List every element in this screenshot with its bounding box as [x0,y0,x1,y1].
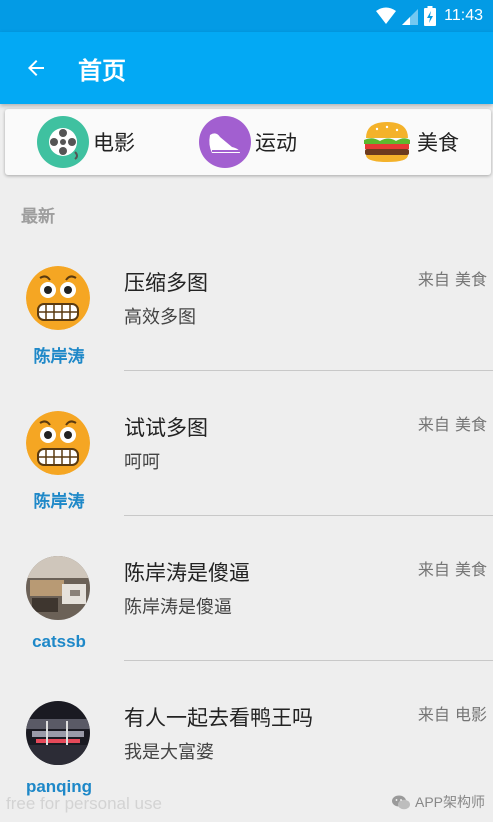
avatar[interactable] [26,556,90,620]
post-source: 来自 美食 [417,560,487,579]
sneaker-icon [199,116,251,168]
photo-night-icon [26,701,90,765]
page-title: 首页 [78,56,126,85]
post-title: 压缩多图 [124,271,208,295]
avatar[interactable] [26,701,90,765]
category-movie[interactable]: 电影 [5,116,167,168]
post-source: 来自 电影 [417,705,487,724]
wifi-icon [376,7,397,24]
feed-list: 陈岸涛 压缩多图 高效多图 来自 美食 陈岸涛 试试多图 呵呵 来自 美食 ca… [0,236,493,816]
watermark-brand-label: APP架构师 [414,794,485,810]
post-title: 陈岸涛是傻逼 [124,561,250,585]
watermark-text: free for personal use [6,794,162,813]
author-name[interactable]: 陈岸涛 [0,342,118,367]
divider [124,370,493,371]
post-source: 来自 美食 [417,270,487,289]
back-button[interactable] [0,32,72,104]
author-name[interactable]: catssb [0,632,118,652]
section-title: 最新 [21,207,55,227]
divider [124,515,493,516]
watermark-brand: APP架构师 [391,792,485,812]
grimace-emoji-icon [26,411,90,475]
list-item[interactable]: 陈岸涛 压缩多图 高效多图 来自 美食 [0,236,493,381]
post-subtitle: 高效多图 [124,307,196,328]
photo-room-icon [26,556,90,620]
status-time: 11:43 [444,7,483,24]
category-label: 电影 [93,131,135,155]
grimace-emoji-icon [26,266,90,330]
author-name[interactable]: 陈岸涛 [0,487,118,512]
film-reel-icon [37,116,89,168]
status-bar: 11:43 [0,0,493,32]
category-sport[interactable]: 运动 [167,116,329,168]
category-label: 美食 [417,131,459,155]
post-title: 有人一起去看鸭王吗 [124,706,313,730]
signal-icon [402,9,419,25]
post-title: 试试多图 [124,416,208,440]
status-icons [376,6,437,26]
arrow-left-icon [28,60,44,76]
list-item[interactable]: 陈岸涛 试试多图 呵呵 来自 美食 [0,381,493,526]
app-bar: 首页 [0,32,493,104]
post-subtitle: 陈岸涛是傻逼 [124,597,232,618]
post-subtitle: 呵呵 [124,452,160,473]
category-label: 运动 [255,131,297,155]
category-food[interactable]: 美食 [329,116,491,168]
category-bar: 电影 运动 美食 [5,109,491,175]
battery-icon [424,6,437,26]
avatar[interactable] [26,411,90,475]
avatar[interactable] [26,266,90,330]
wechat-icon [391,795,410,809]
post-source: 来自 美食 [417,415,487,434]
burger-icon [361,116,413,168]
post-subtitle: 我是大富婆 [124,742,214,763]
list-item[interactable]: catssb 陈岸涛是傻逼 陈岸涛是傻逼 来自 美食 [0,526,493,671]
divider [124,660,493,661]
